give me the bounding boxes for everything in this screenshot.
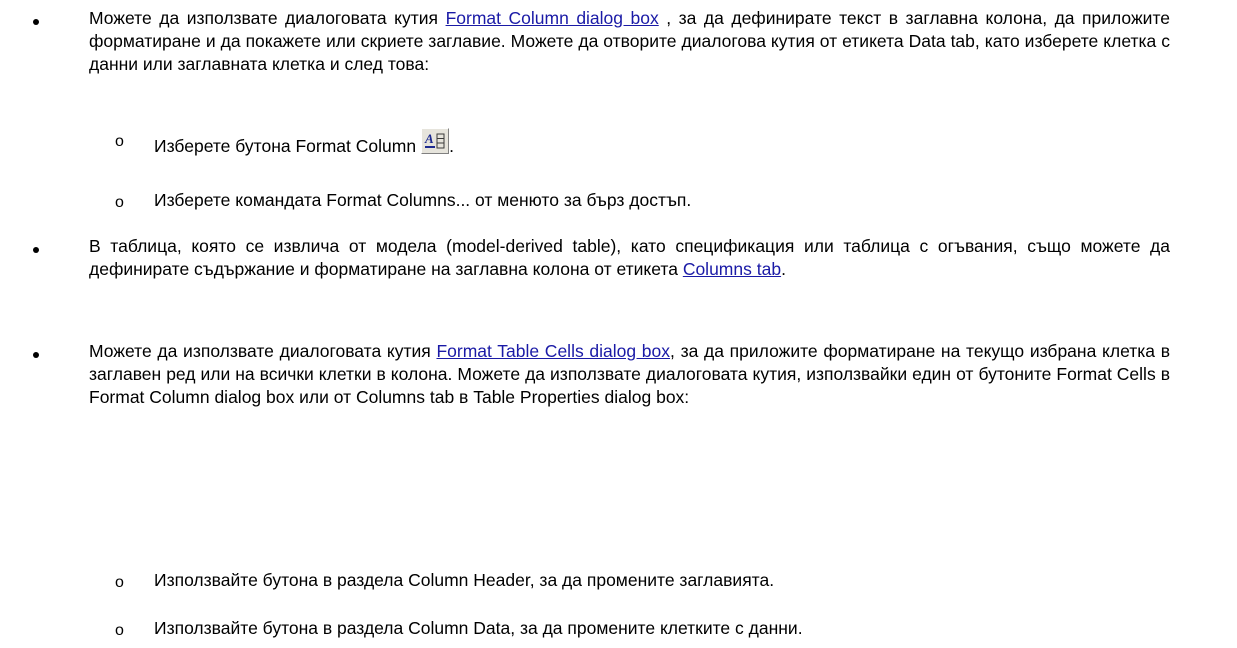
sub-item-format-columns-command: Изберете командата Format Columns... от …	[154, 190, 692, 210]
paragraph-format-column: Можете да използвате диалоговата кутия F…	[89, 7, 1170, 76]
paragraph-model-derived-table: В таблица, която се извлича от модела (m…	[89, 235, 1170, 281]
columns-tab-link[interactable]: Columns tab	[683, 259, 781, 279]
sub-bullet-marker: o	[115, 133, 124, 150]
format-table-cells-dialog-link[interactable]: Format Table Cells dialog box	[436, 341, 670, 361]
paragraph-text: Можете да използвате диалоговата кутия	[89, 8, 446, 28]
format-column-icon: A	[421, 128, 450, 154]
sub-bullet-marker: o	[115, 194, 124, 211]
sub-bullet-marker: o	[115, 574, 124, 591]
sub-item-column-header: Използвайте бутона в раздела Column Head…	[154, 570, 775, 590]
svg-text:A: A	[424, 131, 434, 146]
paragraph-text: Можете да използвате диалоговата кутия	[89, 341, 437, 361]
paragraph-text: .	[781, 259, 786, 279]
bullet-marker	[32, 347, 42, 358]
format-column-dialog-link[interactable]: Format Column dialog box	[446, 8, 659, 28]
paragraph-format-table-cells: Можете да използвате диалоговата кутия F…	[89, 340, 1170, 409]
help-document: Можете да използвате диалоговата кутия F…	[0, 0, 1237, 648]
bullet-marker	[32, 242, 42, 253]
sub-item-text: .	[449, 136, 454, 156]
paragraph-text: В таблица, която се извлича от модела (m…	[89, 236, 1170, 279]
bullet-marker	[32, 14, 42, 25]
sub-bullet-marker: o	[115, 622, 124, 639]
sub-item-text: Изберете бутона Format Column	[154, 136, 417, 156]
sub-item-format-column-button: Изберете бутона Format Column A .	[154, 128, 454, 158]
sub-item-column-data: Използвайте бутона в раздела Column Data…	[154, 618, 803, 638]
